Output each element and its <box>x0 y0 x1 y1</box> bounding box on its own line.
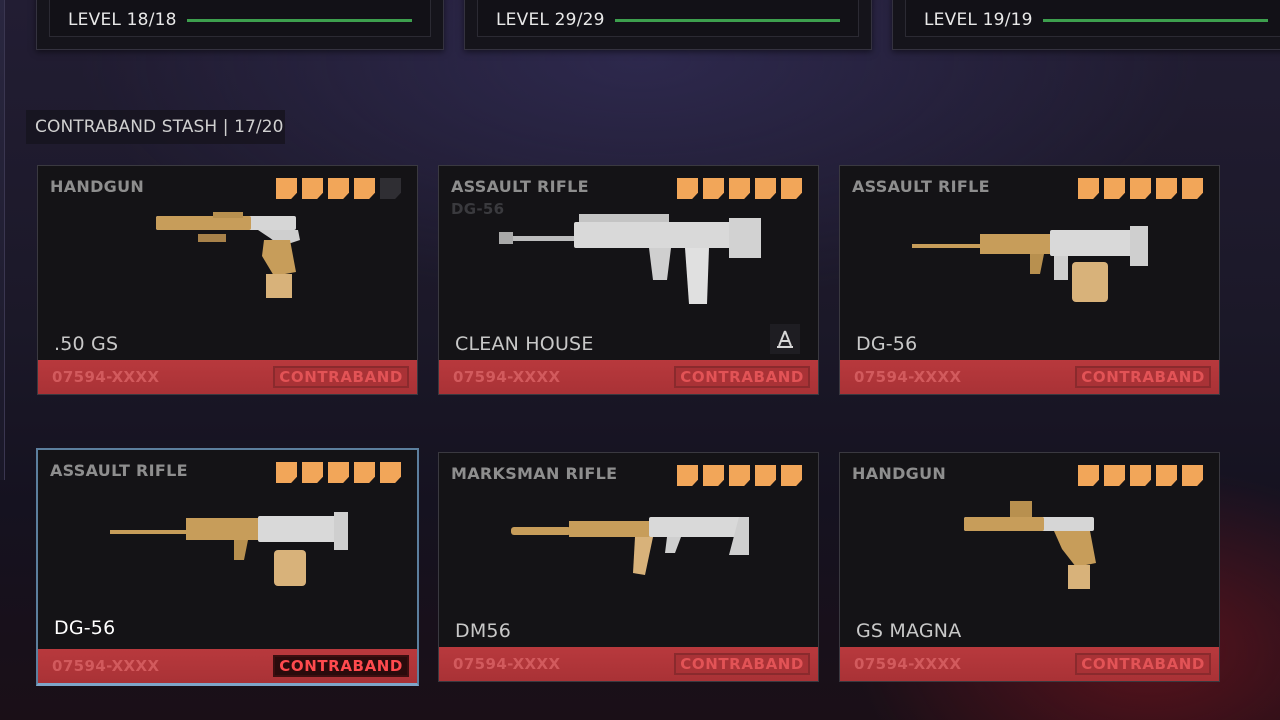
weapon-card-selected[interactable]: ASSAULT RIFLE DG-56 07594-XXXX CONTRABAN… <box>36 448 419 686</box>
card-footer: 07594-XXXX CONTRABAND <box>38 649 417 683</box>
marksman-rifle-icon <box>511 517 749 575</box>
rarity-tiers <box>677 465 802 486</box>
card-footer: 07594-XXXX CONTRABAND <box>840 360 1219 394</box>
contraband-tag: CONTRABAND <box>1075 366 1211 388</box>
weapon-name: DM56 <box>455 620 512 642</box>
tier-pip-icon <box>328 178 349 199</box>
tier-pip-icon <box>781 178 802 199</box>
weapon-card[interactable]: HANDGUN .50 GS 07594-XXXX CONTRABAND <box>37 165 418 395</box>
tier-pip-icon <box>729 465 750 486</box>
tier-pip-icon <box>1182 178 1203 199</box>
serial-number: 07594-XXXX <box>52 657 160 675</box>
tier-pip-icon <box>677 465 698 486</box>
level-inner: LEVEL 18/18 <box>49 0 431 37</box>
rarity-tiers <box>677 178 802 199</box>
contraband-tag: CONTRABAND <box>273 655 409 677</box>
rifle-gold-drum-icon <box>110 512 348 586</box>
pistol-gold-icon <box>964 501 1096 589</box>
blueprint-compass-icon <box>770 324 800 354</box>
tier-pip-icon <box>1156 465 1177 486</box>
serial-number: 07594-XXXX <box>453 368 561 386</box>
tier-pip-icon <box>328 462 349 483</box>
tier-pip-icon <box>380 462 401 483</box>
tier-pip-icon <box>276 462 297 483</box>
contraband-tag: CONTRABAND <box>674 653 810 675</box>
weapon-card[interactable]: MARKSMAN RIFLE DM56 07594-XXXX CONTRABAN… <box>438 452 819 682</box>
tier-pip-icon <box>781 465 802 486</box>
tier-pip-icon <box>1104 465 1125 486</box>
tier-pip-icon <box>302 178 323 199</box>
level-progress-bar <box>614 19 840 22</box>
card-footer: 07594-XXXX CONTRABAND <box>38 360 417 394</box>
level-inner: LEVEL 29/29 <box>477 0 859 37</box>
level-label: LEVEL 19/19 <box>924 10 1033 30</box>
weapon-category: MARKSMAN RIFLE <box>451 464 618 483</box>
rarity-tiers <box>276 178 401 199</box>
contraband-tag: CONTRABAND <box>1075 653 1211 675</box>
tier-pip-icon <box>703 465 724 486</box>
rarity-tiers <box>1078 178 1203 199</box>
rifle-silver-icon <box>499 214 761 304</box>
weapon-name: .50 GS <box>54 333 119 355</box>
level-label: LEVEL 29/29 <box>496 10 605 30</box>
level-progress-bar <box>186 19 412 22</box>
tier-pip-icon <box>755 465 776 486</box>
weapon-category: ASSAULT RIFLE <box>50 461 188 480</box>
pistol-gold-icon <box>156 212 300 298</box>
rifle-gold-drum-icon <box>912 226 1148 302</box>
tier-pip-icon <box>677 178 698 199</box>
level-card[interactable]: LEVEL 18/18 <box>36 0 444 50</box>
weapon-name: DG-56 <box>856 333 918 355</box>
rarity-tiers <box>1078 465 1203 486</box>
tier-pip-icon <box>755 178 776 199</box>
weapon-category: ASSAULT RIFLE <box>852 177 990 196</box>
serial-number: 07594-XXXX <box>453 655 561 673</box>
level-card[interactable]: LEVEL 29/29 <box>464 0 872 50</box>
card-footer: 07594-XXXX CONTRABAND <box>840 647 1219 681</box>
serial-number: 07594-XXXX <box>52 368 160 386</box>
tier-pip-icon <box>276 178 297 199</box>
tier-pip-icon <box>1182 465 1203 486</box>
serial-number: 07594-XXXX <box>854 368 962 386</box>
weapon-card[interactable]: ASSAULT RIFLE DG-56 CLEAN HOUSE 07594-XX… <box>438 165 819 395</box>
tier-pip-icon <box>703 178 724 199</box>
level-label: LEVEL 18/18 <box>68 10 177 30</box>
weapon-category: ASSAULT RIFLE <box>451 177 589 196</box>
tier-pip-icon <box>1078 178 1099 199</box>
rarity-tiers <box>276 462 401 483</box>
card-footer: 07594-XXXX CONTRABAND <box>439 360 818 394</box>
tier-pip-icon <box>302 462 323 483</box>
tier-pip-icon <box>1078 465 1099 486</box>
tier-pip-icon <box>354 462 375 483</box>
level-card[interactable]: LEVEL 19/19 <box>892 0 1280 50</box>
contraband-tag: CONTRABAND <box>273 366 409 388</box>
card-footer: 07594-XXXX CONTRABAND <box>439 647 818 681</box>
level-progress-bar <box>1042 19 1268 22</box>
contraband-tag: CONTRABAND <box>674 366 810 388</box>
section-title: CONTRABAND STASH | 17/20 <box>26 110 285 144</box>
tier-pip-icon <box>1156 178 1177 199</box>
serial-number: 07594-XXXX <box>854 655 962 673</box>
side-panel-edge <box>0 0 5 480</box>
tier-pip-icon <box>1130 178 1151 199</box>
tier-pip-icon <box>354 178 375 199</box>
tier-pip-empty-icon <box>380 178 401 199</box>
weapon-name: CLEAN HOUSE <box>455 333 594 355</box>
weapon-category: HANDGUN <box>852 464 947 483</box>
weapon-card[interactable]: HANDGUN GS MAGNA 07594-XXXX CONTRABAND <box>839 452 1220 682</box>
level-inner: LEVEL 19/19 <box>905 0 1280 37</box>
weapon-name: DG-56 <box>54 617 116 639</box>
weapon-card[interactable]: ASSAULT RIFLE DG-56 07594-XXXX CONTRABAN… <box>839 165 1220 395</box>
tier-pip-icon <box>1104 178 1125 199</box>
weapon-category: HANDGUN <box>50 177 145 196</box>
weapon-name: GS MAGNA <box>856 620 962 642</box>
tier-pip-icon <box>1130 465 1151 486</box>
tier-pip-icon <box>729 178 750 199</box>
